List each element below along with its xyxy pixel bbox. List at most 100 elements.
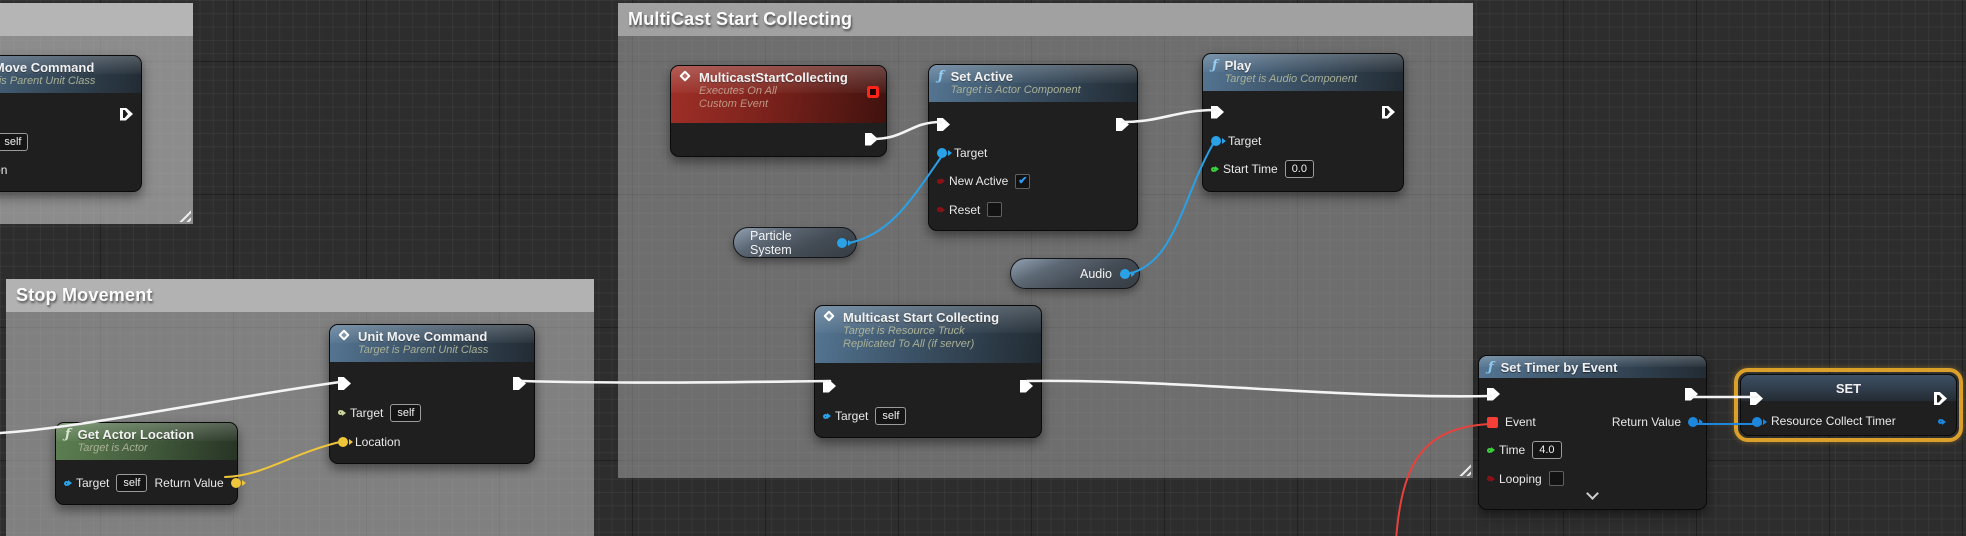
node-unit-move-command-partial[interactable]: Unit Move Command Target is Parent Unit … <box>0 55 142 192</box>
variable-node-audio[interactable]: Audio <box>1010 258 1140 289</box>
exec-input-pin[interactable] <box>1750 392 1763 405</box>
node-title: Get Actor Location <box>77 427 195 442</box>
target-pin[interactable] <box>937 148 947 158</box>
pin-label: Return Value <box>154 476 224 490</box>
pin-label: New Active <box>949 174 1009 188</box>
node-subtitle: Target is Audio Component <box>1224 73 1358 85</box>
reset-checkbox[interactable] <box>987 202 1003 217</box>
self-value-box[interactable]: self <box>0 133 29 151</box>
event-diamond-icon <box>823 310 835 322</box>
start-time-pin[interactable] <box>1211 166 1216 172</box>
pin-label: Location <box>355 434 401 449</box>
pin-label: Target <box>1228 134 1262 148</box>
node-set-timer-by-event[interactable]: ƒ Set Timer by Event Event Return Value … <box>1478 355 1707 510</box>
pin-label: Looping <box>1499 471 1542 486</box>
node-subtitle: Target is Actor <box>77 442 148 454</box>
node-subtitle: Target is Parent Unit Class <box>358 344 489 356</box>
node-multicast-start-collecting-call[interactable]: Multicast Start Collecting Target is Res… <box>814 305 1042 438</box>
node-subtitle: Custom Event <box>699 98 769 110</box>
pin-label: Return Value <box>1611 415 1681 429</box>
exec-output-pin[interactable] <box>120 107 133 121</box>
exec-output-pin[interactable] <box>865 132 878 146</box>
node-header: ƒ Set Active Target is Actor Component <box>929 65 1137 102</box>
node-title: MulticastStartCollecting <box>699 70 848 85</box>
node-title: Multicast Start Collecting <box>843 310 1000 325</box>
node-title: Set Active <box>950 69 1013 84</box>
event-diamond-icon <box>679 70 691 82</box>
pin-label: Target <box>835 409 869 423</box>
pin-label: Event <box>1505 415 1536 429</box>
target-pin[interactable] <box>823 413 828 419</box>
node-header: Unit Move Command Target is Parent Unit … <box>0 56 141 93</box>
node-get-actor-location[interactable]: ƒ Get Actor Location Target is Actor Tar… <box>55 422 241 505</box>
node-header: ƒ Set Timer by Event <box>1479 356 1706 378</box>
comment-header[interactable]: MultiCast Start Collecting <box>618 3 1473 36</box>
target-pin[interactable] <box>1211 136 1221 146</box>
exec-output-pin[interactable] <box>1685 387 1698 401</box>
function-icon: ƒ <box>65 427 71 442</box>
node-unit-move-command[interactable]: Unit Move Command Target is Parent Unit … <box>329 324 535 464</box>
exec-output-pin[interactable] <box>1934 392 1947 405</box>
time-pin[interactable] <box>1487 447 1492 453</box>
exec-output-pin[interactable] <box>513 377 526 390</box>
exec-input-pin[interactable] <box>1211 105 1224 119</box>
exec-input-pin[interactable] <box>937 118 950 131</box>
variable-label: Particle System <box>750 228 792 257</box>
new-active-pin[interactable] <box>937 178 942 184</box>
node-header: ƒ Play Target is Audio Component <box>1203 54 1403 91</box>
exec-output-pin[interactable] <box>1382 105 1395 119</box>
node-subtitle: Replicated To All (if server) <box>843 338 975 350</box>
function-icon: ƒ <box>1488 360 1494 375</box>
node-play[interactable]: ƒ Play Target is Audio Component Target … <box>1202 53 1404 192</box>
exec-input-pin[interactable] <box>1487 387 1500 401</box>
node-multicast-start-collecting-event[interactable]: MulticastStartCollecting Executes On All… <box>670 65 887 157</box>
comment-title: Stop Movement <box>16 285 153 305</box>
time-value-box[interactable]: 4.0 <box>1532 441 1562 459</box>
comment-header[interactable]: Stop Movement <box>6 279 594 312</box>
node-title: Unit Move Command <box>358 329 488 344</box>
selection-highlight-border: SET Resource Collect Timer <box>1734 368 1963 442</box>
return-value-pin[interactable] <box>230 478 241 488</box>
node-title: SET <box>1835 381 1862 396</box>
looping-checkbox[interactable] <box>1548 471 1564 486</box>
audio-output-pin[interactable] <box>1120 268 1130 279</box>
node-subtitle: Target is Parent Unit Class <box>0 75 96 87</box>
particle-system-output-pin[interactable] <box>837 237 847 248</box>
self-value-box[interactable]: self <box>390 403 422 422</box>
variable-input-pin[interactable] <box>1752 417 1762 427</box>
node-title: Unit Move Command <box>0 60 95 75</box>
pin-label: Start Time <box>1223 162 1278 176</box>
exec-input-pin[interactable] <box>338 377 351 390</box>
exec-output-pin[interactable] <box>1116 118 1129 131</box>
node-header: MulticastStartCollecting Executes On All… <box>671 66 886 123</box>
node-header: ƒ Get Actor Location Target is Actor <box>56 423 237 460</box>
node-set-active[interactable]: ƒ Set Active Target is Actor Component T… <box>928 64 1138 231</box>
exec-input-pin[interactable] <box>823 379 836 393</box>
function-icon: ƒ <box>938 69 944 84</box>
replicated-event-icon <box>867 86 879 98</box>
function-icon: ƒ <box>1212 58 1218 73</box>
self-value-box[interactable]: self <box>116 474 148 492</box>
location-pin[interactable] <box>338 436 348 447</box>
target-pin[interactable] <box>338 410 343 415</box>
variable-label: Audio <box>1080 266 1112 281</box>
pin-label: Resource Collect Timer <box>1771 414 1896 428</box>
target-pin[interactable] <box>64 480 69 486</box>
node-subtitle: Target is Resource Truck <box>843 325 965 337</box>
reset-pin[interactable] <box>937 207 942 212</box>
variable-node-particle-system[interactable]: Particle System <box>733 227 857 258</box>
self-value-box[interactable]: self <box>875 407 907 425</box>
exec-output-pin[interactable] <box>1020 379 1033 393</box>
blueprint-graph-canvas[interactable]: Stop Movement MultiCast Start Collecting… <box>0 0 1966 536</box>
new-active-checkbox[interactable]: ✔ <box>1015 173 1031 189</box>
event-delegate-pin[interactable] <box>1487 416 1498 428</box>
start-time-value-box[interactable]: 0.0 <box>1284 160 1314 178</box>
looping-pin[interactable] <box>1487 476 1492 481</box>
comment-header[interactable] <box>0 3 193 36</box>
node-title: Play <box>1224 58 1252 73</box>
return-value-pin[interactable] <box>1688 417 1698 427</box>
variable-output-pin[interactable] <box>1938 419 1943 424</box>
expand-pins-chevron-icon[interactable] <box>1586 487 1599 500</box>
comment-title: MultiCast Start Collecting <box>628 9 853 29</box>
node-set-resource-collect-timer[interactable]: SET Resource Collect Timer <box>1740 374 1957 436</box>
